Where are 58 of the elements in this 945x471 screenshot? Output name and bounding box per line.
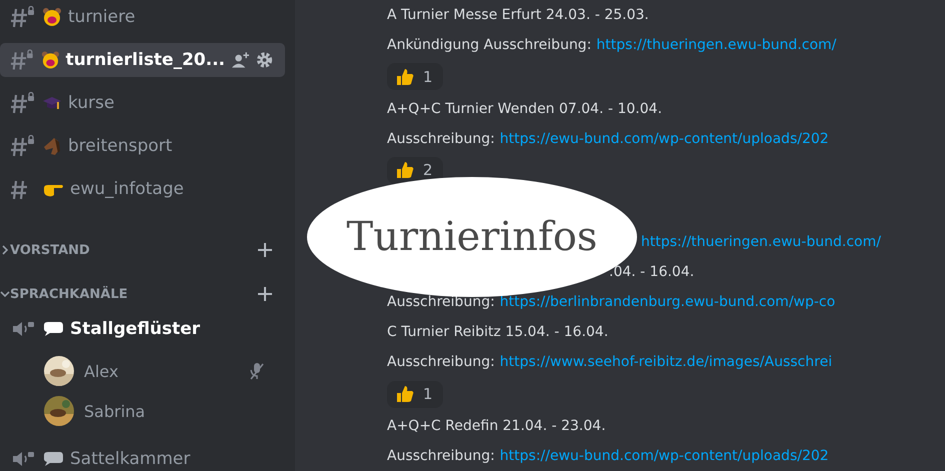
plus-icon[interactable] xyxy=(257,242,273,258)
plus-icon[interactable] xyxy=(257,286,273,302)
reaction-button[interactable]: 2 xyxy=(387,156,443,184)
link-label: Ausschreibung: xyxy=(387,294,495,310)
channel-name: turniere xyxy=(68,7,136,27)
reaction-count: 1 xyxy=(423,385,433,404)
link-label: Ankündigung Ausschreibung: xyxy=(387,37,592,54)
category-header[interactable]: SPRACHKANÄLE xyxy=(0,282,285,306)
thumbs-up-icon xyxy=(395,66,415,87)
voice-channel[interactable]: Stallgeflüster xyxy=(0,312,285,346)
chevron-right-icon xyxy=(0,245,10,255)
user-name: Sabrina xyxy=(84,402,146,420)
category-name: VORSTAND xyxy=(10,242,91,258)
smiling-face-icon xyxy=(40,50,60,70)
chevron-down-icon xyxy=(0,289,10,299)
link-label: Ausschreibung: xyxy=(387,448,495,464)
channel-name: kurse xyxy=(68,93,116,113)
url-link[interactable]: https://www.seehof-reibitz.de/images/Ausschrei xyxy=(500,354,832,370)
channel-item[interactable]: ewu_infotage xyxy=(0,172,285,206)
category-header[interactable]: VORSTAND xyxy=(0,238,285,262)
voice-channel[interactable]: Sattelkammer xyxy=(0,442,285,471)
smiling-face-icon xyxy=(42,7,62,27)
channel-name: ewu_infotage xyxy=(70,179,185,199)
settings-icon[interactable] xyxy=(256,51,273,69)
message-text: A Turnier Messe Erfurt 24.03. - 25.03. xyxy=(387,7,649,24)
message-text: C Turnier Reibitz 15.04. - 16.04. xyxy=(387,324,608,340)
link-label: Ausschreibung: xyxy=(387,130,495,147)
category-name: SPRACHKANÄLE xyxy=(10,286,129,302)
reaction-count: 1 xyxy=(423,68,433,86)
voice-user[interactable]: Alex xyxy=(0,354,285,388)
reaction-count: 2 xyxy=(423,161,433,180)
user-name: Alex xyxy=(84,362,120,380)
url-link[interactable]: https://ewu-bund.com/wp-content/uploads/202 xyxy=(500,448,829,464)
url-link[interactable]: https://thueringen.ewu-bund.com/ xyxy=(596,37,836,54)
channel-item[interactable]: kurse xyxy=(0,86,285,120)
url-link[interactable]: https://ewu-bund.com/wp-content/uploads/202 xyxy=(500,130,829,147)
link-label: Ausschreibung: xyxy=(387,354,495,370)
reaction-button[interactable]: 1 xyxy=(387,380,443,408)
channel-item[interactable]: turnierliste_20... xyxy=(0,43,285,77)
url-link[interactable]: https://berlinbrandenburg.ewu-bund.com/wp-co xyxy=(500,294,836,310)
url-link[interactable]: https://thueringen.ewu-bund.com/ xyxy=(641,234,881,250)
message-text: A+Q+C Turnier Wenden 07.04. - 10.04. xyxy=(387,100,662,117)
message-text: .04. - 16.04. xyxy=(609,264,694,280)
add-member-icon[interactable] xyxy=(231,51,250,69)
channel-item[interactable]: turniere xyxy=(0,0,285,34)
speech-bubble-icon xyxy=(42,320,64,338)
thumbs-up-icon xyxy=(395,384,415,404)
channel-item[interactable]: breitensport xyxy=(0,129,285,163)
voice-user[interactable]: Sabrina xyxy=(0,394,285,428)
message-text: A+Q+C Redefin 21.04. - 23.04. xyxy=(387,418,606,434)
voice-channel-name: Sattelkammer xyxy=(70,449,190,469)
reaction-button[interactable]: 1 xyxy=(387,63,443,90)
speech-bubble-icon xyxy=(42,450,64,468)
channel-name: breitensport xyxy=(68,136,174,156)
callout-label: Turnierinfos xyxy=(346,214,598,260)
channel-name: turnierliste_20... xyxy=(66,50,225,70)
voice-channel-name: Stallgeflüster xyxy=(70,319,200,339)
thumbs-up-icon xyxy=(395,160,415,180)
